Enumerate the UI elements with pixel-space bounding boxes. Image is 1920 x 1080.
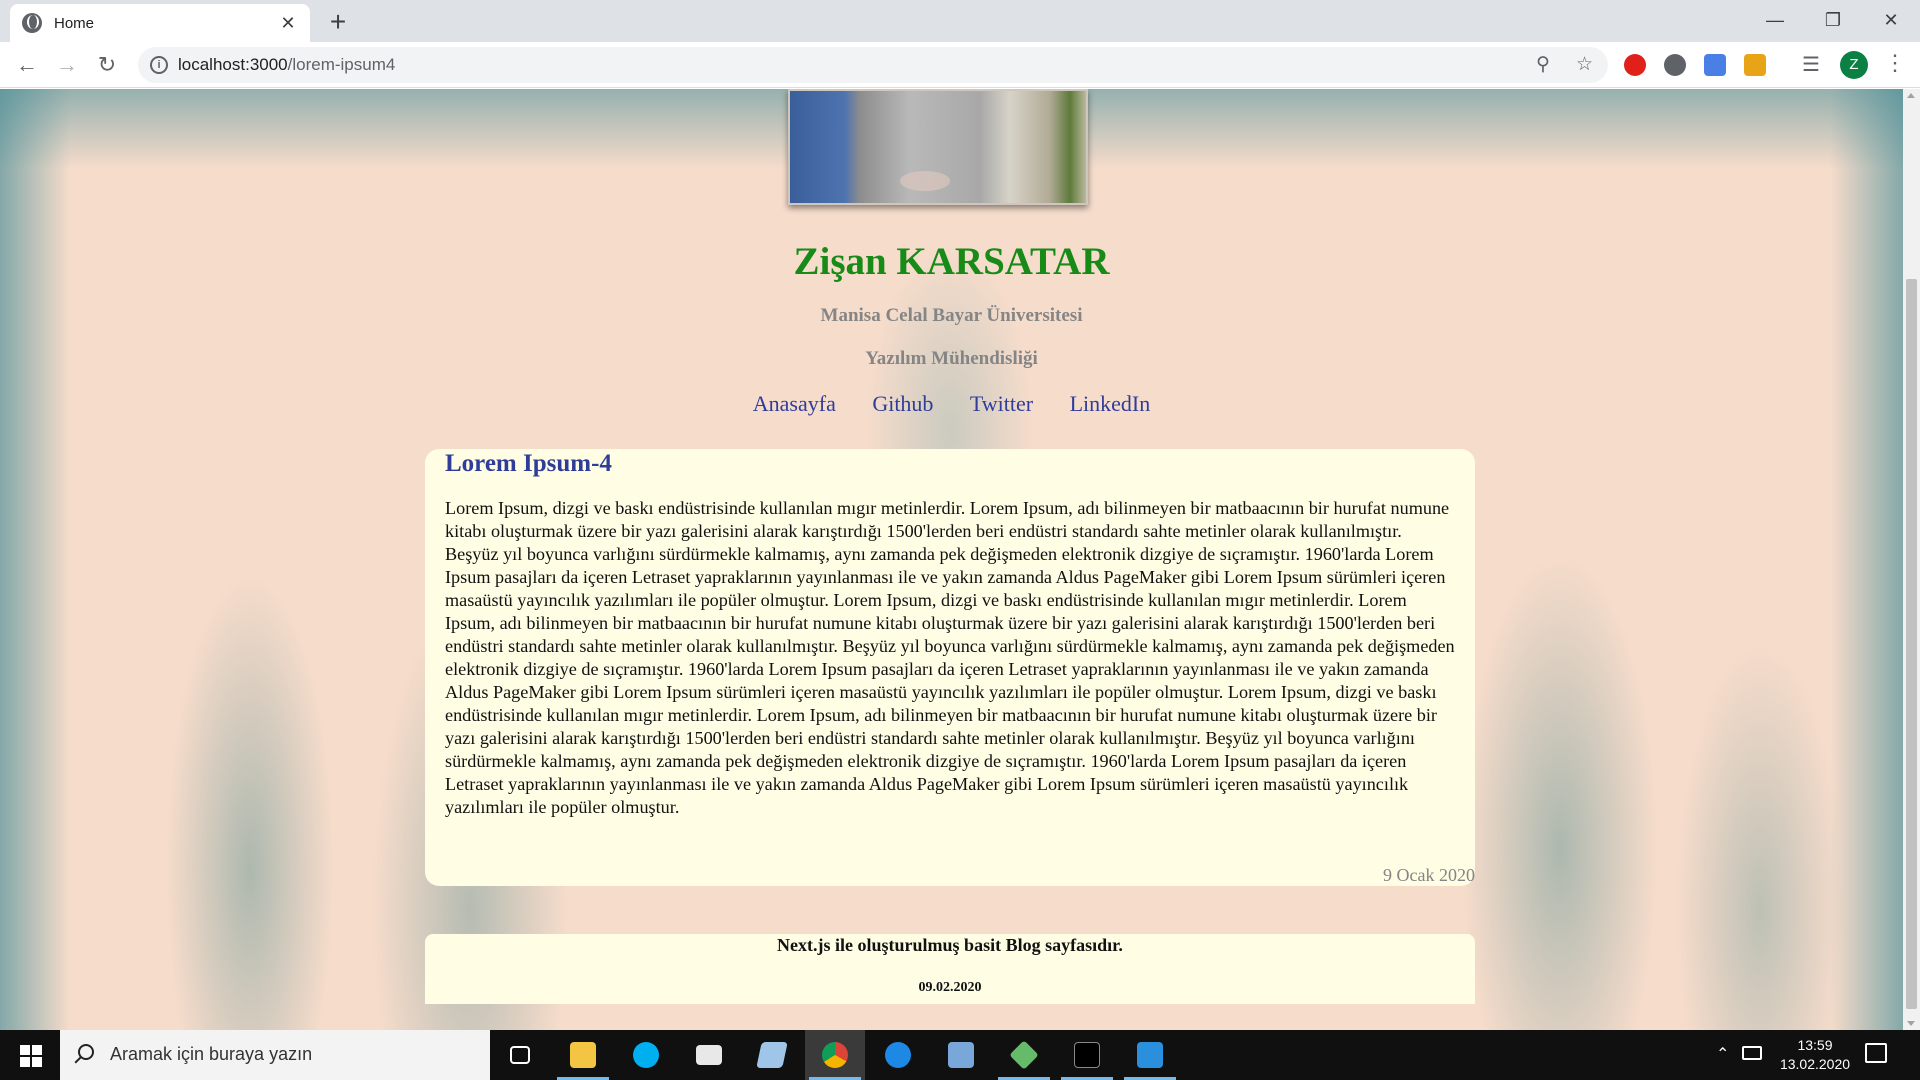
- translate-extension-icon[interactable]: [1704, 54, 1726, 76]
- search-placeholder: Aramak için buraya yazın: [110, 1044, 313, 1064]
- forward-button[interactable]: →: [52, 50, 82, 80]
- scroll-up-icon[interactable]: [1907, 93, 1915, 98]
- tab-title: Home: [54, 14, 95, 32]
- page-viewport: Zişan KARSATAR Manisa Celal Bayar Üniver…: [0, 89, 1903, 1030]
- footer-text: Next.js ile oluşturulmuş basit Blog sayf…: [777, 935, 1123, 955]
- skype-icon[interactable]: [616, 1030, 676, 1080]
- notification-icon[interactable]: [1865, 1043, 1887, 1063]
- new-tab-button[interactable]: +: [322, 6, 354, 38]
- scrollbar-thumb[interactable]: [1906, 279, 1917, 1009]
- profile-avatar[interactable]: Z: [1840, 51, 1868, 79]
- bookmark-star-icon[interactable]: ☆: [1576, 53, 1593, 76]
- close-tab-icon[interactable]: ✕: [278, 13, 298, 34]
- file-explorer-icon[interactable]: [553, 1030, 613, 1080]
- url-host: localhost:3000: [178, 55, 288, 74]
- profile-photo: [788, 89, 1088, 205]
- post-date: 9 Ocak 2020: [1383, 865, 1475, 885]
- page-scrollbar[interactable]: [1903, 89, 1920, 1030]
- notes-icon[interactable]: [742, 1030, 802, 1080]
- extension-icon[interactable]: [1664, 54, 1686, 76]
- reload-button[interactable]: ↻: [92, 50, 122, 80]
- edge-icon[interactable]: [868, 1030, 928, 1080]
- cast-extension-icon[interactable]: [1744, 54, 1766, 76]
- minimize-button[interactable]: —: [1746, 0, 1804, 40]
- site-footer: Next.js ile oluşturulmuş basit Blog sayf…: [425, 934, 1475, 1004]
- author-name: Zişan KARSATAR: [793, 240, 1110, 283]
- windows-logo-pane: [32, 1045, 42, 1055]
- browser-tab-bar: Home ✕ + — ❐ ✕: [0, 0, 1920, 42]
- battery-icon[interactable]: [1742, 1046, 1762, 1060]
- clock-time: 13:59: [1797, 1037, 1833, 1053]
- windows-logo-pane: [32, 1057, 42, 1067]
- browser-tab[interactable]: Home ✕: [10, 4, 310, 42]
- address-bar[interactable]: i localhost:3000/lorem-ipsum4 ⚲ ☆: [138, 47, 1608, 83]
- url-text[interactable]: localhost:3000/lorem-ipsum4: [178, 55, 395, 75]
- chrome-icon[interactable]: [805, 1030, 865, 1080]
- close-window-button[interactable]: ✕: [1862, 0, 1920, 40]
- info-icon[interactable]: i: [150, 56, 168, 74]
- nav-link-home[interactable]: Anasayfa: [753, 391, 836, 416]
- git-kraken-icon[interactable]: [994, 1030, 1054, 1080]
- post-card: Lorem Ipsum-4 Lorem Ipsum, dizgi ve bask…: [425, 449, 1475, 886]
- department-label: Yazılım Mühendisliği: [865, 348, 1038, 369]
- tray-chevron-icon[interactable]: ⌃: [1716, 1044, 1729, 1080]
- windows-logo-icon: [20, 1045, 30, 1055]
- taskbar-clock[interactable]: 13:59 13.02.2020: [1770, 1036, 1860, 1074]
- task-view-icon[interactable]: [490, 1030, 550, 1080]
- windows-logo-pane: [20, 1057, 30, 1067]
- opera-extension-icon[interactable]: [1624, 54, 1646, 76]
- scroll-down-icon[interactable]: [1907, 1021, 1915, 1026]
- nav-link-twitter[interactable]: Twitter: [970, 391, 1033, 416]
- globe-icon: [22, 13, 42, 33]
- url-path: /lorem-ipsum4: [287, 55, 396, 74]
- windows-taskbar: Aramak için buraya yazın ⌃ 13:59 13.02.2…: [0, 1030, 1920, 1080]
- zoom-icon[interactable]: ⚲: [1536, 53, 1550, 76]
- browser-toolbar: ← → ↻ i localhost:3000/lorem-ipsum4 ⚲ ☆ …: [0, 42, 1920, 88]
- university-label: Manisa Celal Bayar Üniversitesi: [820, 305, 1083, 326]
- mail-icon[interactable]: [679, 1030, 739, 1080]
- start-button[interactable]: [0, 1030, 60, 1080]
- nav-link-linkedin[interactable]: LinkedIn: [1070, 391, 1151, 416]
- terminal-icon[interactable]: [1057, 1030, 1117, 1080]
- restore-button[interactable]: ❐: [1804, 0, 1862, 40]
- search-icon: [78, 1044, 94, 1060]
- remote-desktop-icon[interactable]: [931, 1030, 991, 1080]
- clock-date: 13.02.2020: [1779, 1056, 1851, 1072]
- nav-link-github[interactable]: Github: [872, 391, 933, 416]
- footer-date: 09.02.2020: [918, 980, 982, 995]
- taskbar-search[interactable]: Aramak için buraya yazın: [60, 1030, 490, 1080]
- media-control-icon[interactable]: ☰: [1800, 54, 1822, 76]
- menu-kebab-icon[interactable]: ⋮: [1880, 50, 1910, 76]
- main-nav: Anasayfa Github Twitter LinkedIn: [0, 391, 1903, 417]
- vscode-icon[interactable]: [1120, 1030, 1180, 1080]
- back-button[interactable]: ←: [12, 50, 42, 80]
- post-title: Lorem Ipsum-4: [445, 450, 612, 477]
- post-body: Lorem Ipsum, dizgi ve baskı endüstrisind…: [445, 498, 1455, 817]
